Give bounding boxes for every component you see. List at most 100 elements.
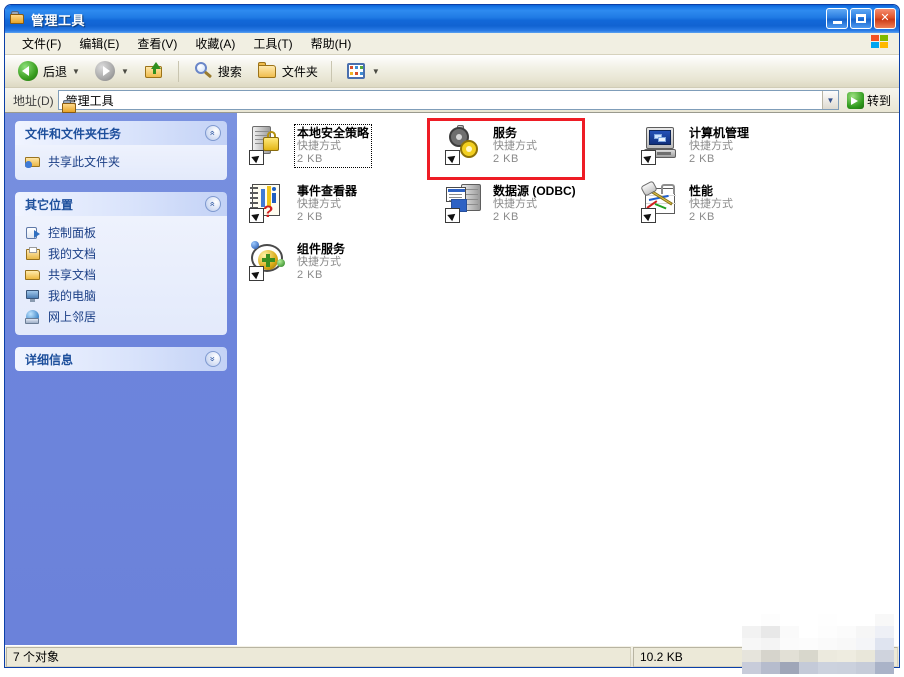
chevron-up-icon[interactable]: « [205,125,221,141]
sidebar-item-shared-documents[interactable]: 共享文档 [25,264,221,285]
file-item-component-services[interactable]: 组件服务 快捷方式 2 KB [246,237,439,295]
sidebar-item-my-computer[interactable]: 我的电脑 [25,285,221,306]
odbc-data-sources-icon [445,183,485,223]
chevron-down-icon[interactable]: » [205,351,221,367]
shortcut-arrow-icon [249,208,264,223]
file-item-computer-management[interactable]: 计算机管理 快捷方式 2 KB [638,121,831,179]
menu-help[interactable]: 帮助(H) [302,33,361,54]
file-item-services[interactable]: 服务 快捷方式 2 KB [442,121,635,179]
shortcut-arrow-icon [641,150,656,165]
window-controls: ✕ [826,8,896,29]
back-dropdown-icon[interactable]: ▼ [72,67,80,76]
file-type: 快捷方式 [493,198,537,211]
up-folder-icon [143,60,165,82]
sidebar-item-my-documents[interactable]: 我的文档 [25,243,221,264]
search-button[interactable]: 搜索 [186,56,248,86]
panel-title-file-tasks: 文件和文件夹任务 [25,126,122,141]
file-name: 性能 [689,184,714,198]
performance-icon [640,180,681,223]
file-size: 2 KB [493,211,519,224]
title-bar[interactable]: 管理工具 ✕ [5,5,899,33]
menu-tools[interactable]: 工具(T) [244,33,301,54]
file-name: 组件服务 [297,242,346,256]
sidebar-label-my-computer: 我的电脑 [48,289,97,303]
panel-other-places: 其它位置 « 控制面板 我的文档 共享文档 我的电脑 网上邻居 [15,192,227,335]
sidebar-label-network-places: 网上邻居 [48,310,97,324]
folders-label: 文件夹 [281,64,318,79]
blurred-region [742,614,900,674]
address-dropdown-icon[interactable]: ▼ [821,91,838,109]
file-type: 快捷方式 [297,256,341,269]
search-label: 搜索 [217,64,242,79]
file-name: 计算机管理 [689,126,750,140]
go-button[interactable]: 转到 [843,91,895,110]
network-places-icon [25,309,41,325]
views-icon [345,60,367,82]
file-size: 2 KB [297,153,323,166]
file-type: 快捷方式 [297,198,341,211]
toolbar-separator [177,60,179,82]
sidebar-item-network-places[interactable]: 网上邻居 [25,306,221,327]
close-button[interactable]: ✕ [874,8,896,29]
my-documents-icon [25,246,41,262]
file-list-pane[interactable]: 本地安全策略 快捷方式 2 KB 服务 快捷方式 2 KB 计算机管理 快捷方式… [237,113,899,645]
window-title: 管理工具 [31,12,86,28]
sidebar-label-my-documents: 我的文档 [48,247,97,261]
file-item-local-security-policy[interactable]: 本地安全策略 快捷方式 2 KB [246,121,439,179]
back-button[interactable]: 后退 ▼ [11,56,86,86]
go-arrow-icon [846,91,864,109]
menu-edit[interactable]: 编辑(E) [70,33,128,54]
panel-header-other-places[interactable]: 其它位置 « [15,192,227,216]
sidebar-label-control-panel: 控制面板 [48,226,97,240]
menu-bar: 文件(F) 编辑(E) 查看(V) 收藏(A) 工具(T) 帮助(H) [5,33,899,55]
share-folder-icon [25,154,41,170]
menu-file[interactable]: 文件(F) [13,33,70,54]
address-input[interactable]: 管理工具 ▼ [57,90,839,113]
shortcut-arrow-icon [249,266,264,281]
forward-dropdown-icon[interactable]: ▼ [121,67,129,76]
panel-header-file-tasks[interactable]: 文件和文件夹任务 « [15,121,227,145]
shortcut-arrow-icon [445,208,460,223]
menu-view[interactable]: 查看(V) [128,33,186,54]
back-arrow-icon [17,60,39,82]
sidebar-item-control-panel[interactable]: 控制面板 [25,222,221,243]
go-label: 转到 [866,93,891,108]
maximize-button[interactable] [850,8,872,29]
file-name: 服务 [493,126,518,140]
local-security-policy-icon [249,125,289,165]
views-button[interactable]: ▼ [339,56,386,86]
panel-title-other-places: 其它位置 [25,197,74,212]
forward-arrow-icon [94,60,116,82]
file-item-odbc-data-sources[interactable]: 数据源 (ODBC) 快捷方式 2 KB [442,179,635,237]
shared-documents-icon [25,267,41,283]
shortcut-arrow-icon [445,150,460,165]
file-name: 本地安全策略 [297,126,370,140]
explorer-body: 文件和文件夹任务 « 共享此文件夹 其它位置 « 控制面板 我的文档 共享文档 … [5,113,899,645]
up-button[interactable] [137,56,171,86]
status-object-count: 7 个对象 [6,646,631,667]
component-services-icon [249,241,289,281]
minimize-button[interactable] [826,8,848,29]
address-bar: 地址(D) 管理工具 ▼ 转到 [5,88,899,113]
sidebar-item-share-folder[interactable]: 共享此文件夹 [25,151,221,172]
panel-title-details: 详细信息 [25,352,74,367]
views-dropdown-icon[interactable]: ▼ [372,67,380,76]
menu-favorites[interactable]: 收藏(A) [186,33,244,54]
forward-button[interactable]: ▼ [88,56,135,86]
file-name: 数据源 (ODBC) [493,184,576,198]
file-size: 2 KB [689,211,715,224]
toolbar-separator-2 [330,60,332,82]
services-icon [445,125,485,165]
panel-header-details[interactable]: 详细信息 » [15,347,227,371]
folders-button[interactable]: 文件夹 [250,56,324,86]
file-type: 快捷方式 [493,140,537,153]
file-type: 快捷方式 [689,198,733,211]
sidebar-label-shared-documents: 共享文档 [48,268,97,282]
file-item-event-viewer[interactable]: ? 事件查看器 快捷方式 2 KB [246,179,439,237]
icon-grid: 本地安全策略 快捷方式 2 KB 服务 快捷方式 2 KB 计算机管理 快捷方式… [238,113,899,295]
file-name: 事件查看器 [297,184,358,198]
chevron-up-icon-2[interactable]: « [205,196,221,212]
my-computer-icon [25,288,41,304]
file-item-performance[interactable]: 性能 快捷方式 2 KB [638,179,831,237]
folder-gear-icon [10,11,26,27]
